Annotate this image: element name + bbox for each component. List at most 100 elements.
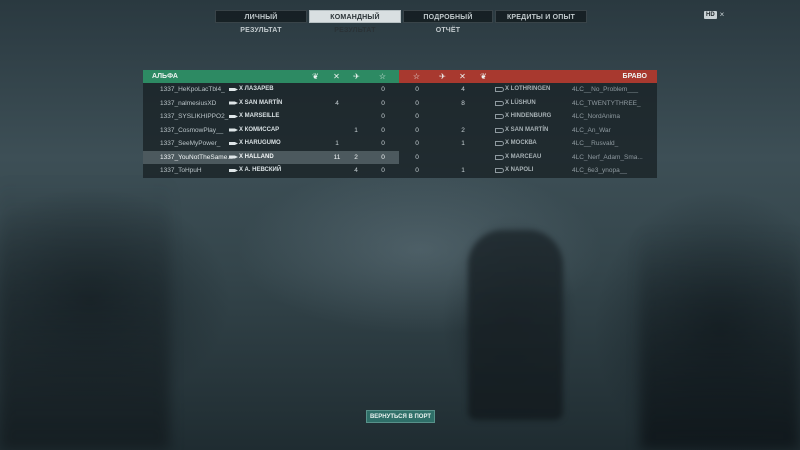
planes-icon: ✈ — [439, 72, 446, 81]
alpha-base: 0 — [381, 126, 385, 134]
alpha-base: 0 — [381, 140, 385, 147]
bravo-base: 0 — [415, 86, 419, 93]
alpha-ship-name: X КОМИССАР — [239, 126, 280, 133]
bravo-ship-name: X NAPOLI — [505, 167, 534, 173]
background-cliff-left — [0, 180, 170, 450]
tab-detailed-report[interactable]: ПОДРОБНЫЙ ОТЧЁТ — [403, 10, 493, 34]
table-row: 1337_HeKpoLacTbl4_ X ЛАЗАРЕВ 0 0 4 X LOT… — [143, 83, 657, 97]
hud-controls: HD × — [704, 11, 724, 19]
alpha-kills — [331, 164, 343, 178]
alpha-planes — [350, 137, 362, 151]
bravo-base: 0 — [415, 113, 419, 120]
alpha-player-row[interactable]: 1337_YouNotTheSame... X HALLAND 11 2 0 — [143, 150, 399, 164]
planes-icon: ✈ — [353, 72, 360, 81]
table-row: 1337_CosmowPlay__ X КОМИССАР 1 0 0 2 X S… — [143, 124, 657, 138]
tab-personal-result[interactable]: ЛИЧНЫЙ РЕЗУЛЬТАТ — [215, 10, 307, 34]
results-tabs: ЛИЧНЫЙ РЕЗУЛЬТАТ КОМАНДНЫЙ РЕЗУЛЬТАТ ПОД… — [215, 10, 589, 34]
table-row: 1337_ToHpuH X A. НЕВСКИЙ 4 0 0 1 X NAPOL… — [143, 164, 657, 178]
alpha-ship-name: X HARUGUMO — [239, 140, 281, 146]
star-icon: ☆ — [412, 72, 421, 81]
alpha-player-row[interactable]: 1337_HeKpoLacTbl4_ X ЛАЗАРЕВ 0 — [143, 83, 399, 97]
bravo-player-name: 4LC_An_War — [572, 126, 611, 134]
alpha-kills — [331, 83, 343, 97]
alpha-planes: 4 — [354, 167, 358, 174]
alpha-base: 0 — [381, 86, 385, 93]
team-results-board: АЛЬФА ❦ ✕ ✈ ☆ ☆ ✈ ✕ ❦ БРАВО 1337_HeKpoLa… — [143, 70, 657, 178]
bravo-base: 0 — [415, 99, 419, 107]
hd-badge[interactable]: HD — [704, 11, 717, 19]
alpha-planes: 1 — [354, 126, 358, 134]
bravo-player-name: 4LC_6e3_ynopa__ — [572, 167, 627, 174]
star-icon: ☆ — [378, 72, 387, 81]
bravo-player-row[interactable]: 0 X MARCEAU 4LC_Nerf_Adam_Sma... — [399, 151, 657, 165]
alpha-planes — [350, 83, 362, 97]
bravo-ship-name: X LOTHRINGEN — [505, 86, 551, 92]
results-rows: 1337_HeKpoLacTbl4_ X ЛАЗАРЕВ 0 0 4 X LOT… — [143, 83, 657, 178]
bravo-kills: 4 — [461, 86, 465, 93]
ship-class-icon — [495, 168, 504, 174]
alpha-kills — [331, 124, 343, 138]
alpha-ship-name: X SAN MARTÍN — [239, 99, 283, 106]
alpha-player-row[interactable]: 1337_ToHpuH X A. НЕВСКИЙ 4 0 — [143, 164, 399, 178]
bravo-team-name: БРАВО — [622, 73, 647, 80]
background-cliff-right — [640, 230, 800, 450]
bravo-kills: 1 — [461, 167, 465, 174]
table-row: 1337_YouNotTheSame... X HALLAND 11 2 0 0… — [143, 150, 657, 165]
ship-class-icon — [495, 114, 504, 120]
bravo-player-row[interactable]: 0 X HINDENBURG 4LC_NordAnima — [399, 110, 657, 124]
bravo-kills: 2 — [461, 126, 465, 134]
alpha-planes: 2 — [354, 153, 358, 161]
alpha-planes — [350, 110, 362, 124]
alpha-ship-name: X A. НЕВСКИЙ — [239, 167, 282, 173]
bravo-player-name: 4LC_TWENTYTHREE_ — [572, 99, 641, 107]
close-icon[interactable]: × — [720, 11, 725, 19]
board-header: АЛЬФА ❦ ✕ ✈ ☆ ☆ ✈ ✕ ❦ БРАВО — [143, 70, 657, 83]
bravo-player-name: 4LC__No_Problem___ — [572, 86, 639, 93]
bravo-player-row[interactable]: 0 2 X SAN MARTÍN 4LC_An_War — [399, 124, 657, 138]
bravo-ship-name: X MARCEAU — [505, 153, 542, 160]
laurel-icon: ❦ — [480, 72, 487, 81]
alpha-player-row[interactable]: 1337_nalmesiusXD X SAN MARTÍN 4 0 — [143, 97, 399, 111]
alpha-base: 0 — [381, 113, 385, 120]
ship-class-icon — [229, 168, 238, 174]
ship-class-icon — [495, 87, 504, 93]
bravo-kills — [457, 110, 469, 124]
bravo-player-name: 4LC_Nerf_Adam_Sma... — [572, 153, 643, 161]
alpha-kills: 1 — [335, 140, 339, 147]
alpha-kills: 4 — [335, 99, 339, 107]
ship-class-icon — [495, 127, 504, 134]
bravo-base: 0 — [415, 167, 419, 174]
ship-class-icon — [495, 100, 504, 107]
alpha-team-name: АЛЬФА — [152, 73, 178, 80]
bravo-ship-name: X LÜSHUN — [505, 99, 536, 106]
bravo-kills: 1 — [461, 140, 465, 147]
alpha-planes — [350, 97, 362, 111]
bravo-player-row[interactable]: 0 1 X NAPOLI 4LC_6e3_ynopa__ — [399, 164, 657, 178]
table-row: 1337_SeeMyPower_ X HARUGUMO 1 0 0 1 X МО… — [143, 137, 657, 151]
alpha-player-row[interactable]: 1337_SYSLIKHIPPO2_ X MARSEILLE 0 — [143, 110, 399, 124]
ship-class-icon — [229, 155, 238, 161]
tab-credits-xp[interactable]: КРЕДИТЫ И ОПЫТ — [495, 10, 587, 23]
alpha-ship-name: X ЛАЗАРЕВ — [239, 86, 274, 92]
bravo-ship-name: X SAN MARTÍN — [505, 126, 549, 133]
alpha-player-row[interactable]: 1337_CosmowPlay__ X КОМИССАР 1 0 — [143, 124, 399, 138]
bravo-player-row[interactable]: 0 1 X МОСКВА 4LC__Rusvald_ — [399, 137, 657, 151]
ship-class-icon — [229, 87, 238, 93]
background-lighthouse — [468, 230, 563, 420]
bravo-player-row[interactable]: 0 4 X LOTHRINGEN 4LC__No_Problem___ — [399, 83, 657, 97]
alpha-player-row[interactable]: 1337_SeeMyPower_ X HARUGUMO 1 0 — [143, 137, 399, 151]
alpha-ship-name: X MARSEILLE — [239, 113, 280, 119]
return-to-port-button[interactable]: ВЕРНУТЬСЯ В ПОРТ — [366, 410, 435, 423]
bravo-player-row[interactable]: 0 8 X LÜSHUN 4LC_TWENTYTHREE_ — [399, 97, 657, 111]
tab-team-result[interactable]: КОМАНДНЫЙ РЕЗУЛЬТАТ — [309, 10, 401, 34]
alpha-ship-name: X HALLAND — [239, 153, 274, 160]
ship-class-icon — [229, 114, 238, 120]
alpha-kills: 11 — [333, 153, 341, 161]
ship-class-icon — [229, 101, 238, 107]
ship-class-icon — [495, 141, 504, 147]
alpha-base: 0 — [381, 153, 385, 161]
bravo-team-header: ☆ ✈ ✕ ❦ БРАВО — [399, 70, 657, 83]
bravo-kills — [457, 151, 469, 165]
alpha-base: 0 — [381, 167, 385, 174]
bravo-base: 0 — [415, 140, 419, 147]
